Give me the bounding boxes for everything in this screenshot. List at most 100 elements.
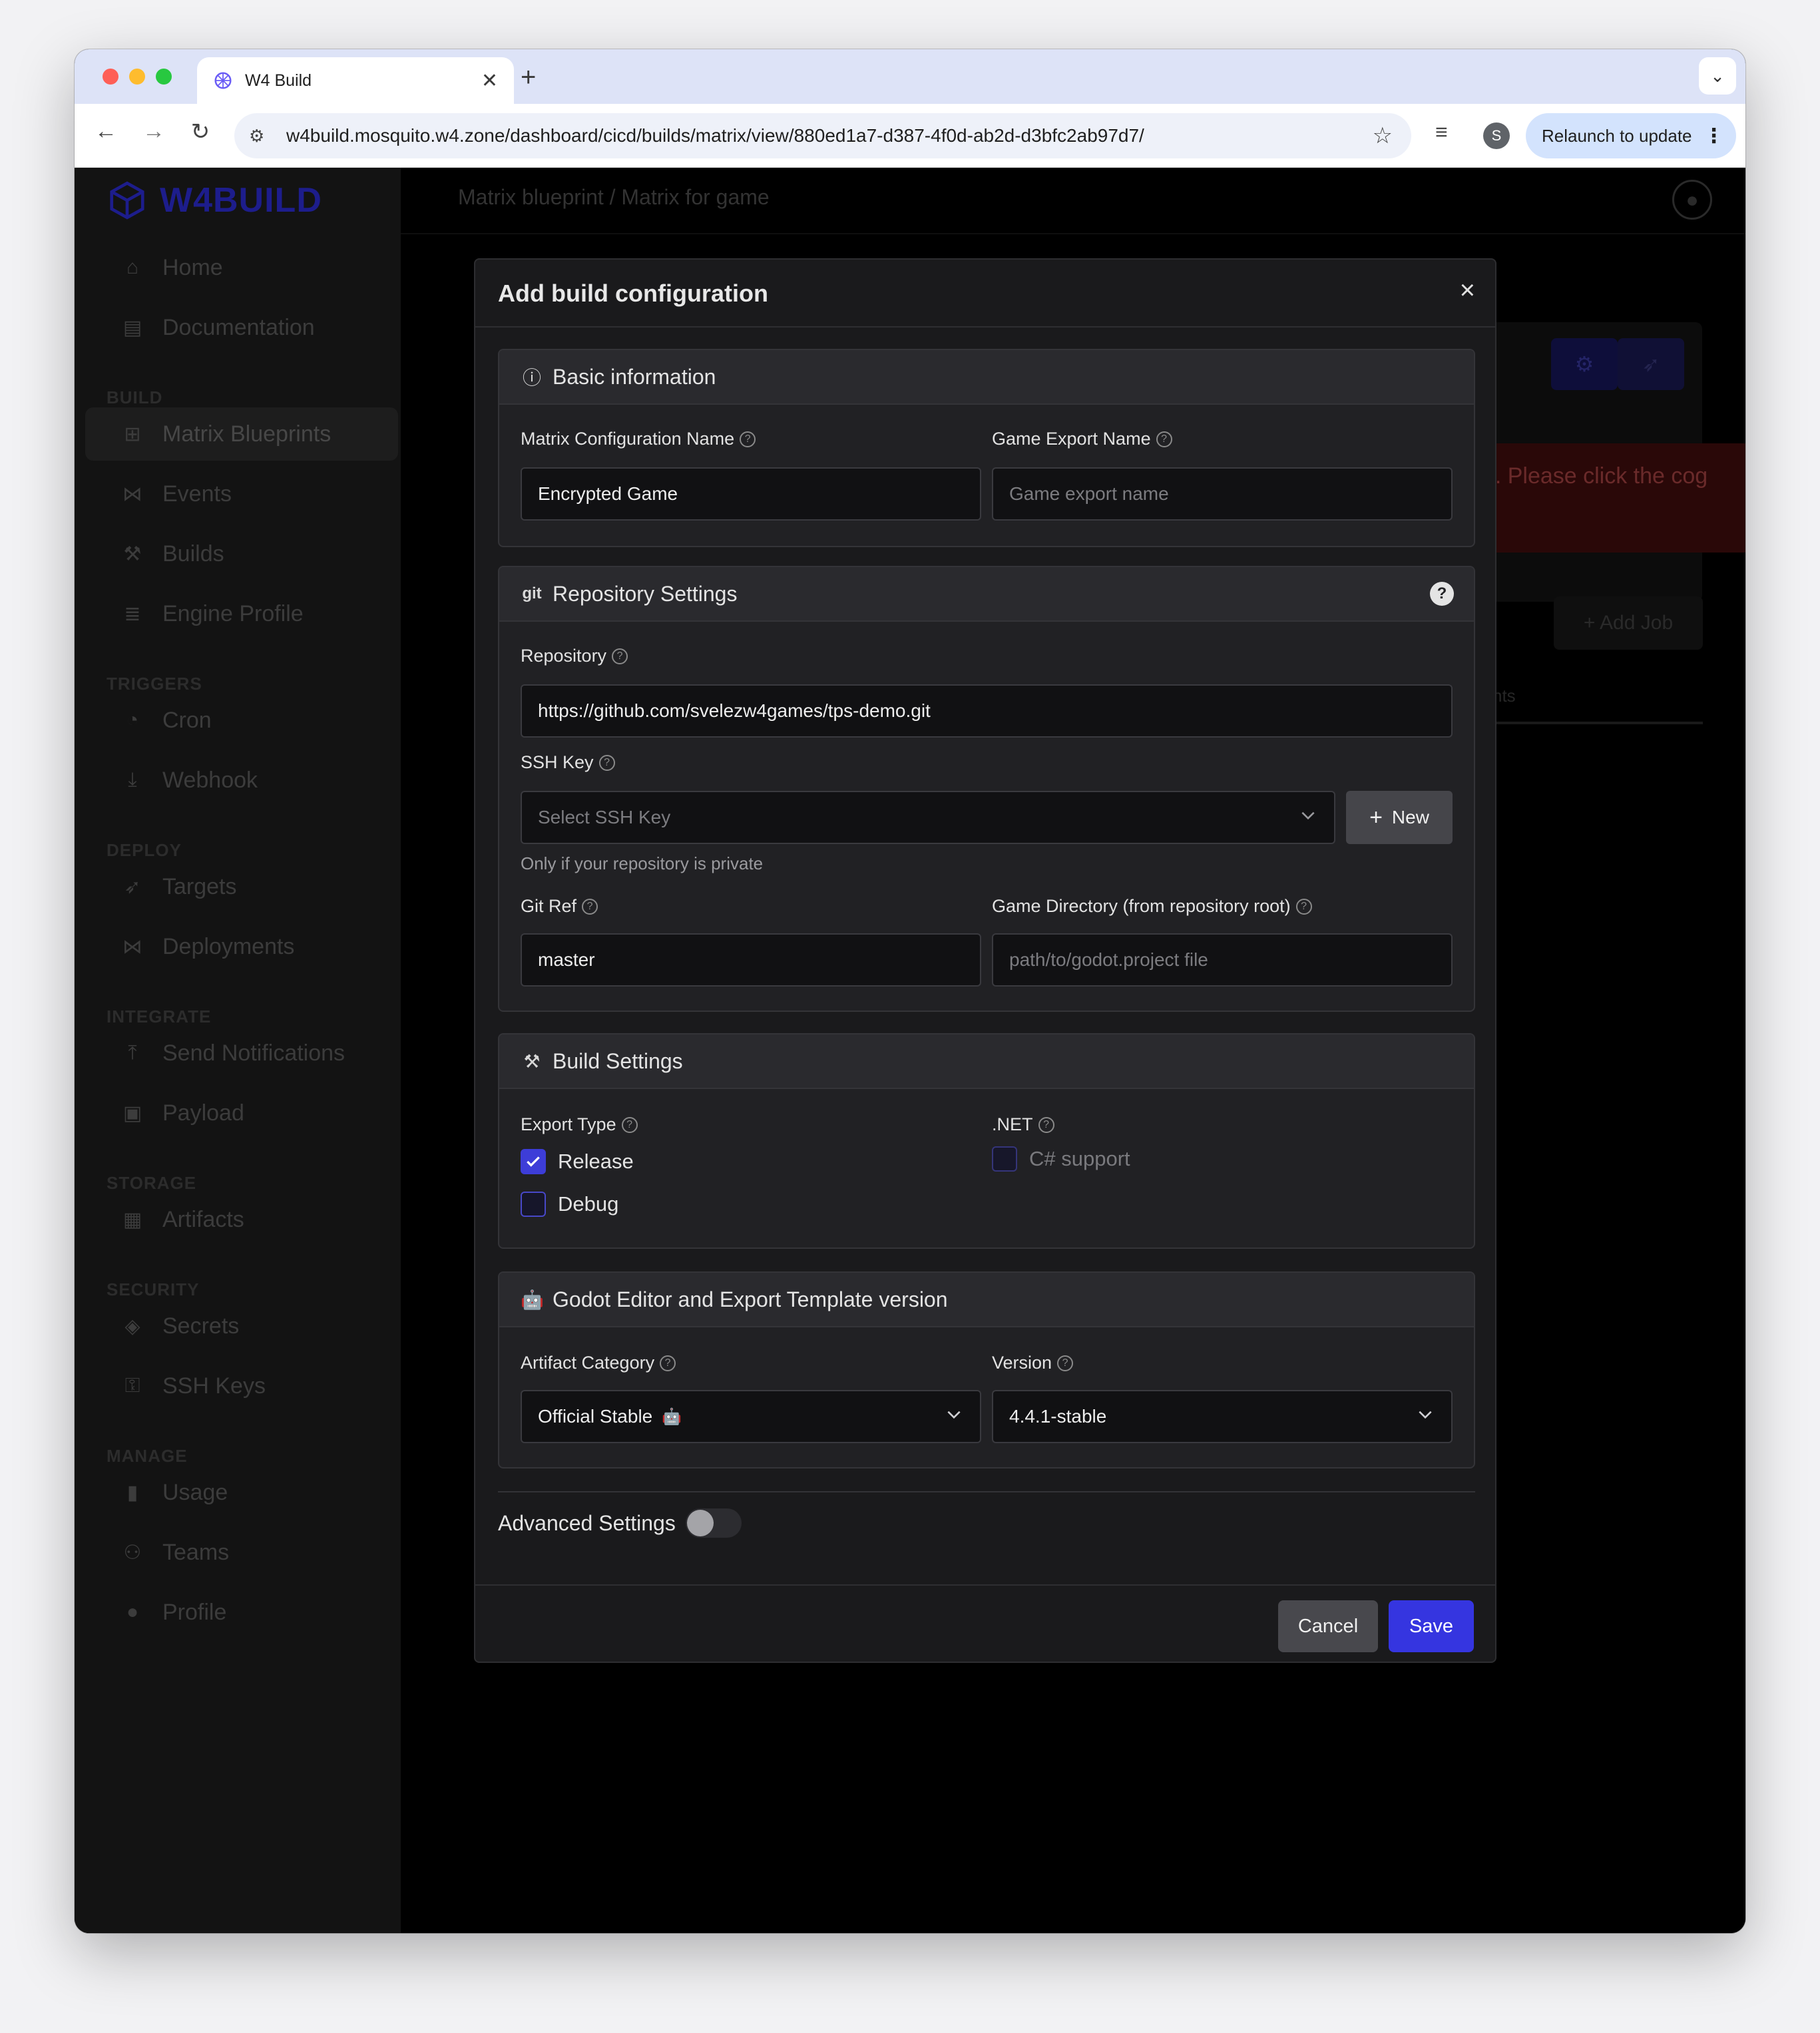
config-name-label: Matrix Configuration Name ? (521, 429, 756, 449)
reload-icon[interactable]: ↻ (184, 118, 217, 145)
godot-robot-icon: 🤖 (662, 1407, 682, 1426)
add-job-button[interactable]: + Add Job (1554, 596, 1703, 650)
sidebar-item[interactable]: ▣ Payload (85, 1086, 398, 1140)
back-arrow-icon[interactable]: ← (89, 118, 122, 144)
relaunch-button[interactable]: Relaunch to update ⋮ (1526, 113, 1736, 158)
artifact-category-label: Artifact Category ? (521, 1353, 676, 1373)
csharp-checkbox-row[interactable]: C# support (992, 1146, 1130, 1172)
release-checkbox[interactable] (521, 1149, 546, 1174)
sidebar-item[interactable]: ▤ Documentation (85, 301, 398, 354)
sidebar-item-label: Home (162, 254, 223, 280)
new-tab-button[interactable]: + (521, 63, 536, 93)
forward-arrow-icon[interactable]: → (137, 118, 170, 144)
upload-icon: ⤒ (128, 1042, 137, 1064)
artifact-category-label-text: Artifact Category (521, 1353, 655, 1373)
export-type-label: Export Type ? (521, 1114, 638, 1135)
new-ssh-key-button[interactable]: + New (1346, 791, 1453, 844)
help-icon[interactable]: ? (1057, 1355, 1074, 1371)
config-name-input[interactable] (521, 467, 981, 521)
tab-search-chevron-icon[interactable]: ⌄ (1699, 57, 1736, 95)
csharp-checkbox[interactable] (992, 1146, 1017, 1172)
sidebar-item[interactable]: ▦ Artifacts (85, 1193, 398, 1246)
address-bar[interactable]: ⚙ w4build.mosquito.w4.zone/dashboard/cic… (234, 113, 1411, 158)
advanced-settings-label: Advanced Settings (498, 1511, 676, 1535)
sidebar-item[interactable]: ◈ Secrets (85, 1299, 398, 1353)
topbar-divider (401, 233, 1745, 234)
chevron-down-icon (1301, 811, 1315, 820)
repository-input[interactable] (521, 684, 1453, 738)
sidebar-item[interactable]: ⤓ Webhook (85, 754, 398, 807)
site-settings-icon[interactable]: ⚙ (249, 126, 276, 146)
debug-checkbox-row[interactable]: Debug (521, 1192, 618, 1217)
version-select[interactable]: 4.4.1-stable (992, 1390, 1453, 1443)
maximize-window-button[interactable] (156, 69, 172, 85)
user-menu-icon[interactable]: ● (1672, 180, 1712, 220)
git-ref-input[interactable] (521, 933, 981, 987)
tab-title: W4 Build (245, 71, 312, 90)
media-controls-icon[interactable]: ≡ (1435, 120, 1448, 144)
help-icon[interactable]: ? (582, 898, 598, 915)
sidebar-item[interactable]: ● Profile (85, 1586, 398, 1639)
sidebar-section-title: STORAGE (107, 1173, 197, 1193)
chevron-down-icon (947, 1411, 961, 1419)
sidebar-item[interactable]: ⚿ SSH Keys (85, 1359, 398, 1413)
profile-avatar[interactable]: S (1483, 122, 1510, 149)
sidebar-item[interactable]: ▮ Usage (85, 1466, 398, 1519)
sidebar-item[interactable]: ⚇ Teams (85, 1526, 398, 1579)
sidebar-item[interactable]: ⊞ Matrix Blueprints (85, 407, 398, 461)
close-icon[interactable]: × (1460, 276, 1475, 306)
sidebar-section-title: MANAGE (107, 1446, 188, 1466)
help-icon[interactable]: ? (621, 1116, 638, 1133)
kebab-menu-icon[interactable]: ⋮ (1704, 124, 1724, 148)
cancel-button[interactable]: Cancel (1278, 1600, 1378, 1652)
sidebar-section-title: DEPLOY (107, 840, 182, 860)
rocket-icon[interactable]: ➶ (1618, 338, 1684, 390)
sidebar-item[interactable]: ⋈ Deployments (85, 920, 398, 973)
artifact-category-select[interactable]: Official Stable 🤖 (521, 1390, 981, 1443)
ssh-key-select[interactable]: Select SSH Key (521, 791, 1335, 844)
url-text[interactable]: w4build.mosquito.w4.zone/dashboard/cicd/… (286, 125, 1373, 146)
sidebar-item[interactable]: ⋈ Events (85, 467, 398, 521)
bookmark-star-icon[interactable]: ☆ (1373, 122, 1393, 149)
ssh-key-label: SSH Key ? (521, 752, 615, 773)
tab-close-icon[interactable]: ✕ (481, 69, 498, 93)
sidebar-item-label: Engine Profile (162, 600, 304, 626)
game-directory-input[interactable] (992, 933, 1453, 987)
help-icon[interactable]: ? (598, 754, 615, 771)
cog-icon[interactable]: ⚙ (1551, 338, 1618, 390)
list-icon: ≣ (124, 602, 141, 625)
export-type-label-text: Export Type (521, 1114, 616, 1134)
close-window-button[interactable] (103, 69, 118, 85)
help-icon[interactable]: ? (1156, 431, 1172, 447)
build-settings-title: Build Settings (553, 1048, 683, 1073)
rocket-icon: ➶ (124, 875, 141, 898)
sidebar-item[interactable]: ⤒ Send Notifications (85, 1026, 398, 1080)
sidebar-section-title: BUILD (107, 387, 163, 407)
minimize-window-button[interactable] (129, 69, 145, 85)
sidebar-item-label: SSH Keys (162, 1373, 266, 1399)
sidebar-item[interactable]: ⌂ Home (85, 241, 398, 294)
app-logo[interactable]: W4BUILD (107, 180, 322, 221)
release-checkbox-row[interactable]: Release (521, 1149, 634, 1174)
ssh-key-hint: Only if your repository is private (521, 853, 764, 873)
help-icon[interactable]: ? (1295, 898, 1312, 915)
browser-tab[interactable]: W4 Build ✕ (197, 57, 514, 104)
help-icon[interactable]: ? (660, 1355, 676, 1371)
export-name-label-text: Game Export Name (992, 429, 1151, 449)
user-secret-icon: ◈ (124, 1315, 140, 1337)
help-icon[interactable]: ? (612, 648, 628, 664)
sidebar-item[interactable]: ◔ Cron (85, 694, 398, 747)
export-name-input[interactable] (992, 467, 1453, 521)
debug-checkbox[interactable] (521, 1192, 546, 1217)
help-icon[interactable]: ? (740, 431, 756, 447)
save-button[interactable]: Save (1389, 1600, 1474, 1652)
question-circle-icon[interactable]: ? (1430, 582, 1454, 606)
sidebar-item[interactable]: ➶ Targets (85, 860, 398, 913)
help-icon[interactable]: ? (1038, 1116, 1054, 1133)
sidebar-item[interactable]: ≣ Engine Profile (85, 587, 398, 640)
sidebar-item-label: Deployments (162, 933, 295, 959)
sidebar-item[interactable]: ⚒ Builds (85, 527, 398, 580)
export-name-label: Game Export Name ? (992, 429, 1172, 449)
advanced-settings-toggle[interactable] (686, 1508, 742, 1538)
sidebar-item-label: Usage (162, 1479, 228, 1505)
